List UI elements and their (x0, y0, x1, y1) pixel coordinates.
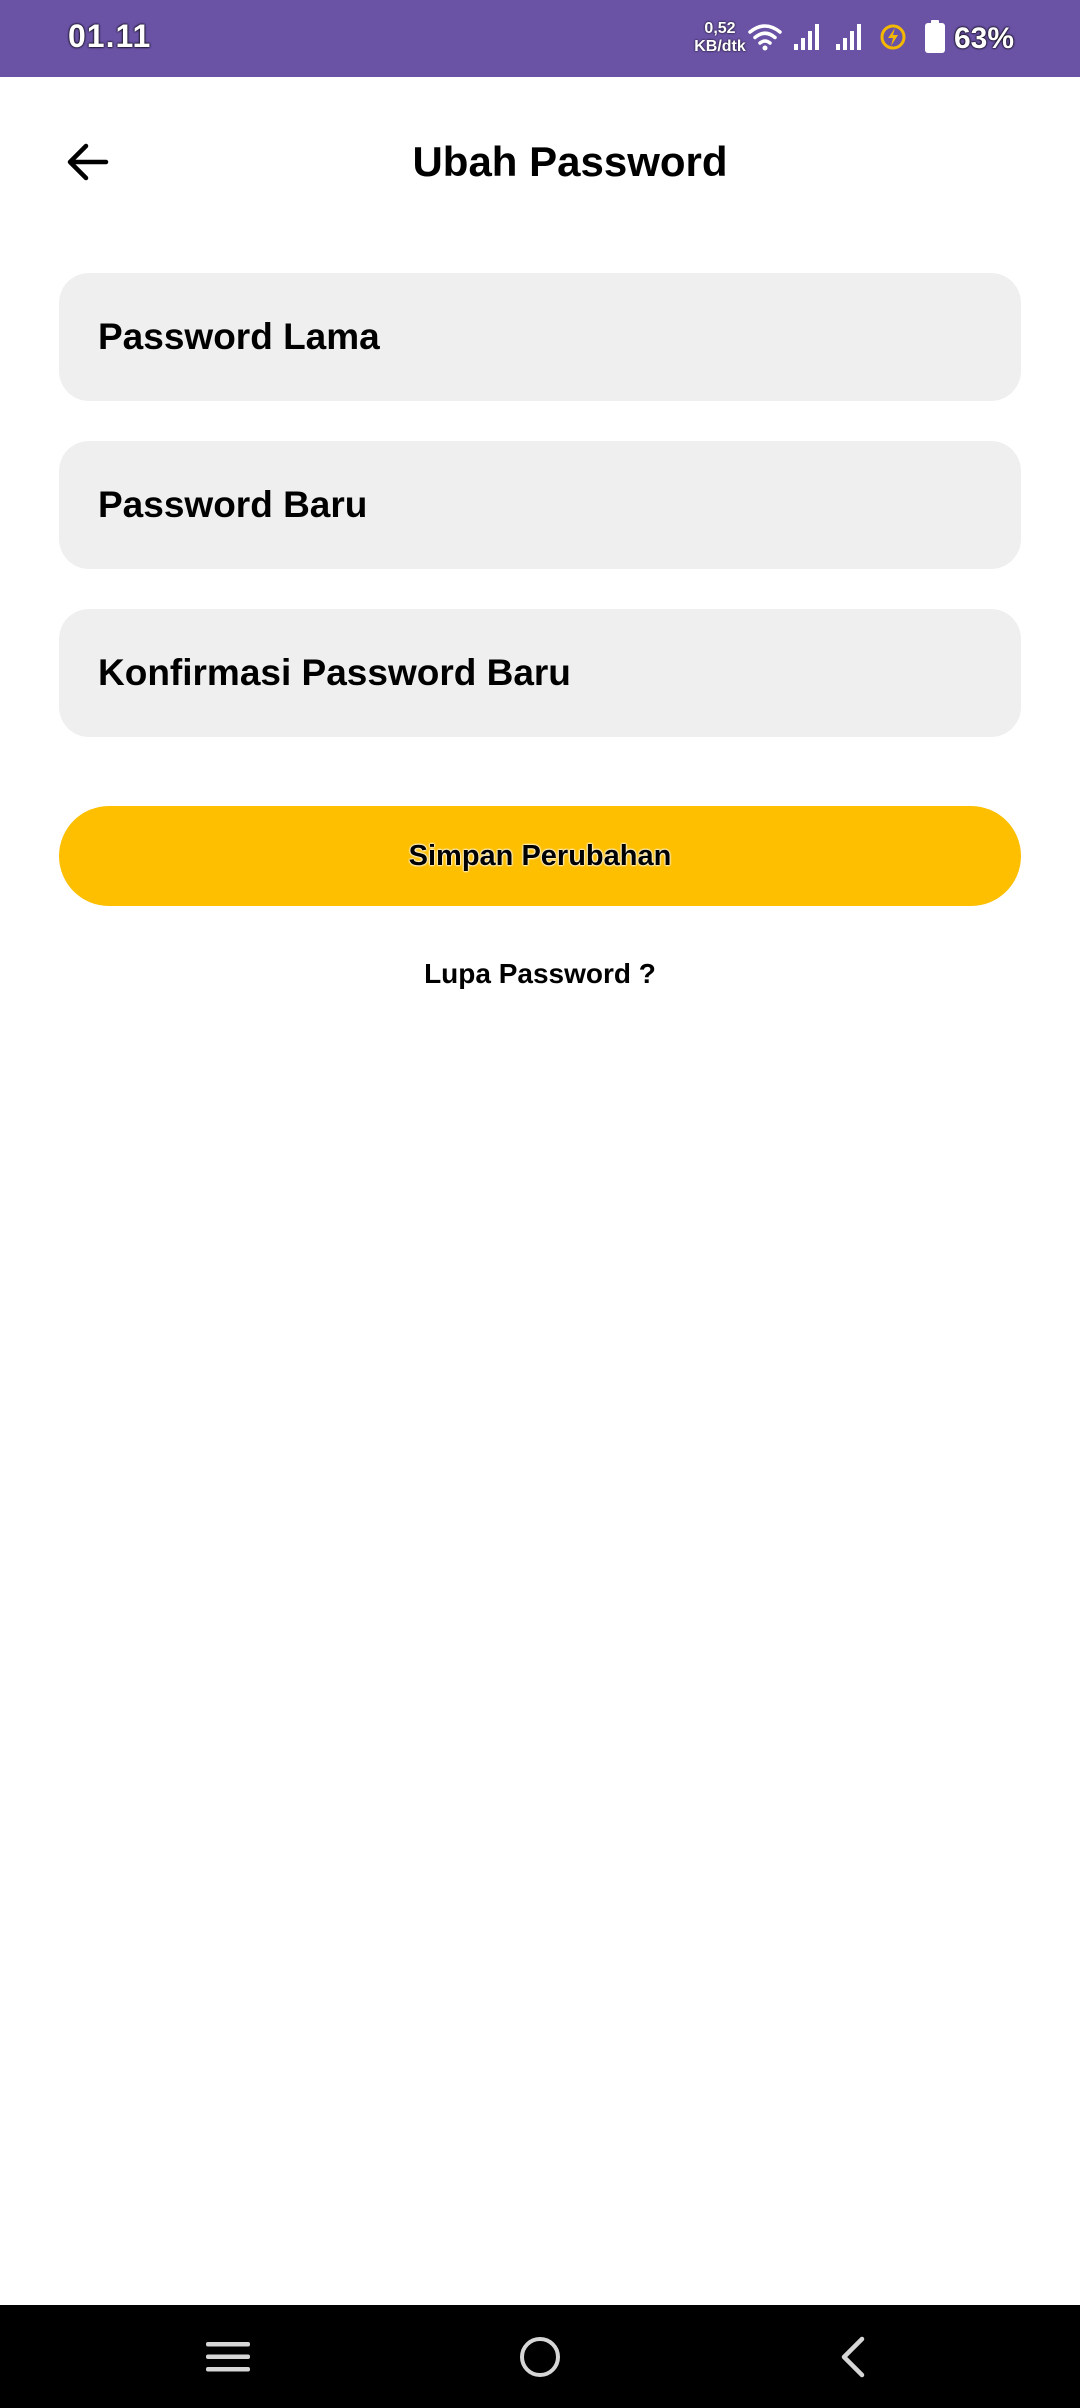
signal-icon (836, 24, 861, 50)
back-chevron-icon (841, 2336, 865, 2377)
save-changes-button[interactable]: Simpan Perubahan (59, 806, 1021, 906)
signal-icon (794, 24, 819, 50)
confirm-password-field[interactable] (59, 609, 1021, 737)
network-speed-value: 0,52 (704, 20, 736, 37)
page-title: Ubah Password (412, 138, 728, 185)
home-icon (520, 2336, 560, 2377)
battery-saver-icon (880, 24, 906, 50)
recent-apps-button[interactable] (168, 2305, 288, 2408)
network-speed-unit: KB/dtk (694, 38, 746, 55)
battery-percent: 63% (954, 22, 1015, 55)
status-time: 01.11 (68, 18, 152, 54)
old-password-field[interactable] (59, 273, 1021, 401)
nav-back-button[interactable] (792, 2305, 912, 2408)
new-password-field[interactable] (59, 441, 1021, 569)
navigation-bar (0, 2305, 1080, 2408)
home-button[interactable] (480, 2305, 600, 2408)
battery-icon (925, 20, 945, 53)
network-speed: 0,52 KB/dtk (690, 20, 750, 56)
menu-icon (206, 2341, 250, 2371)
wifi-icon (748, 24, 782, 51)
status-bar: 01.11 0,52 KB/dtk 63% (0, 0, 1080, 77)
forgot-password-link[interactable]: Lupa Password ? (0, 958, 1080, 990)
